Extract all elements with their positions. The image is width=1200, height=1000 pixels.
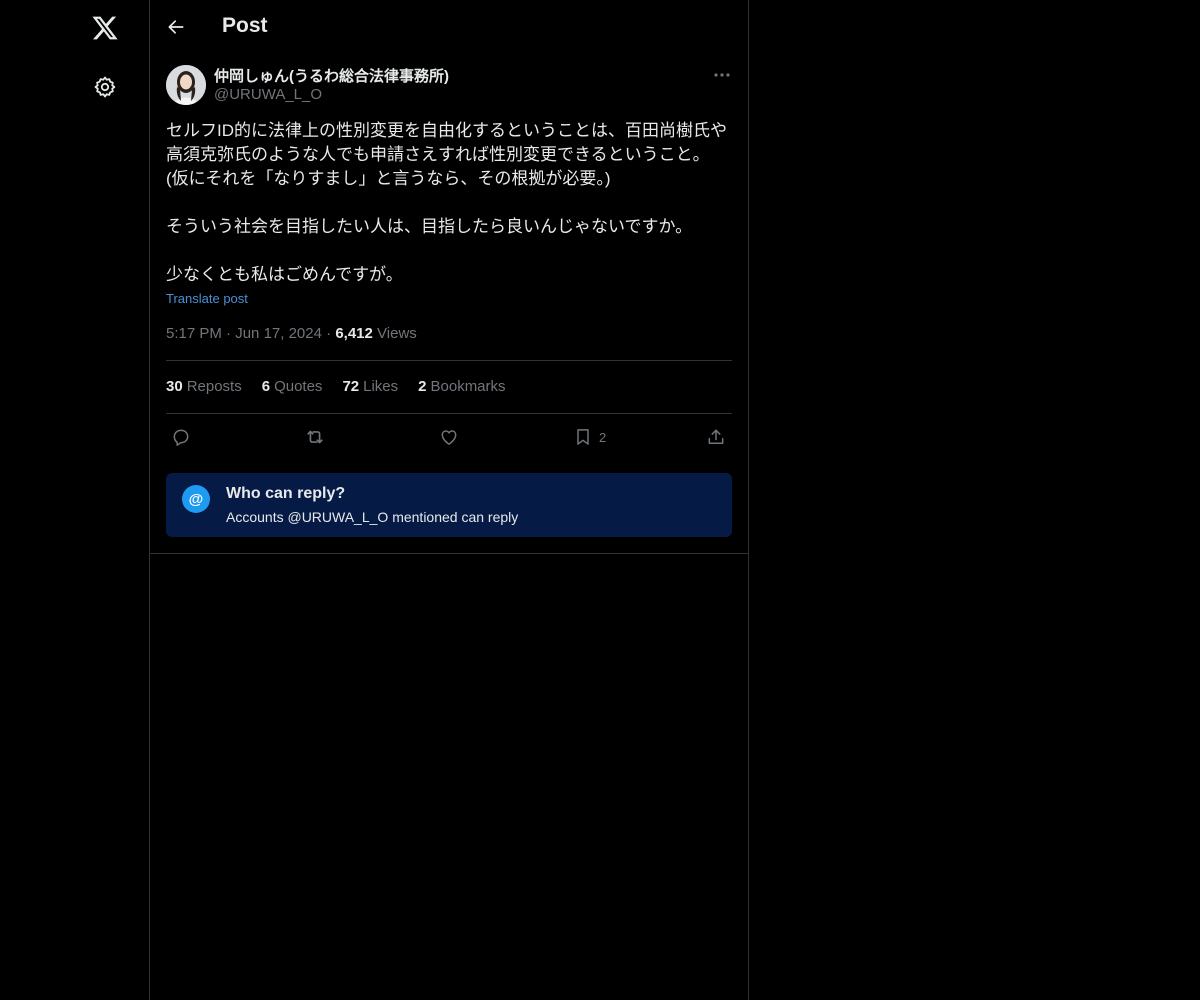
author-handle[interactable]: @URUWA_L_O (214, 86, 322, 103)
likes-label: Likes (363, 378, 399, 395)
who-can-reply-subtitle: Accounts @URUWA_L_O mentioned can reply (226, 509, 519, 525)
quotes-label: Quotes (274, 378, 323, 395)
mention-icon: @ (182, 485, 210, 513)
bookmark-button[interactable]: 2 (573, 425, 606, 449)
repost-icon (307, 430, 323, 444)
bookmarks-stat[interactable]: 2 Bookmarks (418, 378, 505, 395)
divider (166, 413, 732, 414)
like-button[interactable] (439, 425, 459, 449)
post-time[interactable]: 5:17 PM (166, 325, 222, 342)
reply-button[interactable] (171, 425, 191, 449)
who-can-reply-title: Who can reply? (226, 485, 346, 502)
gear-icon[interactable] (87, 69, 123, 105)
share-icon (708, 429, 724, 444)
post-text-line: 高須克弥氏のような人でも申請さえすれば性別変更できるということ。 (166, 145, 710, 164)
bookmarks-label: Bookmarks (430, 378, 506, 395)
header-bar: Post (150, 0, 748, 53)
back-button[interactable] (162, 10, 190, 44)
reply-icon (173, 429, 189, 446)
author-display-name[interactable]: 仲岡しゅん(うるわ総合法律事務所) (214, 65, 449, 86)
likes-stat[interactable]: 72 Likes (342, 378, 398, 395)
post-text-line: そういう社会を目指したい人は、目指したら良いんじゃないですか。 (166, 217, 693, 236)
reposts-label: Reposts (186, 378, 242, 395)
views-label: Views (377, 325, 417, 342)
meta-separator: · (226, 325, 236, 342)
post-text-line: (仮にそれを「なりすまし」と言うなら、その根拠が必要。) (166, 169, 611, 188)
post-text: セルフID的に法律上の性別変更を自由化するということは、百田尚樹氏や 高須克弥氏… (166, 119, 734, 287)
app: Post 仲岡しゅん(うるわ総合法律事務所) @URUWA_L_O セルフID的… (0, 0, 1200, 1000)
post-meta: 5:17 PM · Jun 17, 2024 · 6,412 Views (166, 325, 417, 342)
left-nav (0, 0, 150, 1000)
page-title: Post (222, 14, 268, 37)
likes-count: 72 (342, 378, 360, 395)
post-date[interactable]: Jun 17, 2024 (235, 325, 322, 342)
more-options-button[interactable] (710, 65, 734, 85)
reposts-stat[interactable]: 30 Reposts (166, 378, 242, 395)
bookmark-icon (577, 429, 589, 445)
arrow-left-icon (168, 20, 184, 34)
heart-icon (441, 430, 457, 445)
who-can-reply-box[interactable]: @ Who can reply? Accounts @URUWA_L_O men… (166, 473, 732, 537)
post-text-line: セルフID的に法律上の性別変更を自由化するということは、百田尚樹氏や (166, 121, 727, 140)
action-bar: 2 (166, 425, 732, 449)
post-text-line: 少なくとも私はごめんですが。 (166, 265, 403, 284)
post: 仲岡しゅん(うるわ総合法律事務所) @URUWA_L_O セルフID的に法律上の… (150, 53, 748, 554)
avatar[interactable] (166, 65, 206, 105)
quotes-count: 6 (261, 378, 271, 395)
bookmark-count: 2 (599, 429, 607, 445)
reposts-count: 30 (166, 378, 183, 395)
bookmarks-count: 2 (418, 378, 427, 395)
views-count: 6,412 (335, 325, 373, 342)
meta-separator: · (326, 325, 336, 342)
x-logo-icon[interactable] (87, 10, 123, 46)
share-button[interactable] (706, 425, 726, 449)
translate-post-link[interactable]: Translate post (166, 291, 248, 306)
quotes-stat[interactable]: 6 Quotes (262, 378, 323, 395)
more-horizontal-icon (714, 73, 730, 77)
repost-button[interactable] (304, 425, 326, 449)
post-stats: 30 Reposts 6 Quotes 72 Likes 2 Bookmarks (166, 378, 506, 395)
main-column: Post 仲岡しゅん(うるわ総合法律事務所) @URUWA_L_O セルフID的… (150, 0, 749, 1000)
divider (166, 360, 732, 361)
